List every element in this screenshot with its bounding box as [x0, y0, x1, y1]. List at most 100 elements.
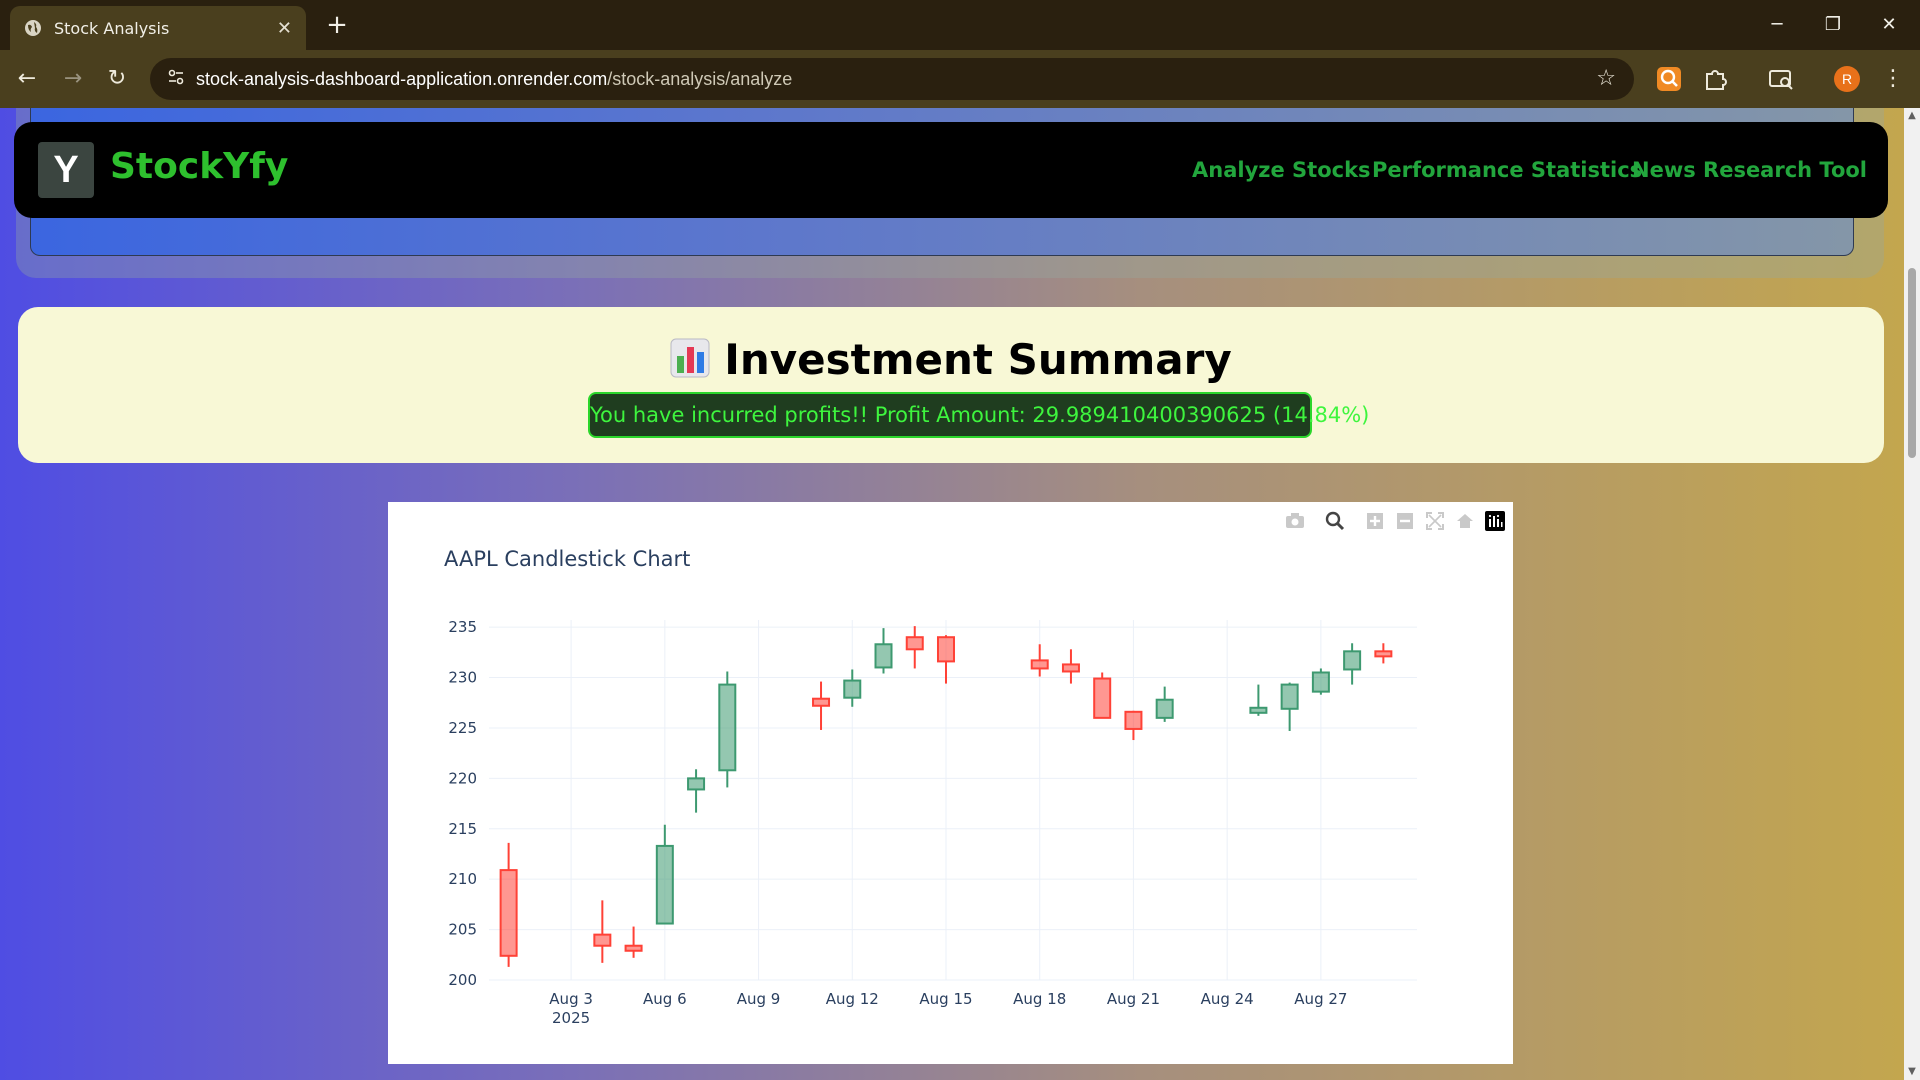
scroll-down-icon[interactable]: ▼ — [1906, 1066, 1918, 1077]
bookmark-star-icon[interactable]: ☆ — [1596, 66, 1616, 91]
candle-decreasing[interactable] — [1061, 649, 1080, 684]
candle-increasing[interactable] — [718, 671, 737, 788]
y-tick-label: 205 — [448, 921, 477, 939]
candlestick-chart[interactable]: AAPL Candlestick Chart 200 205 210 215 220 22… — [388, 502, 1513, 1064]
y-tick-label: 215 — [448, 820, 477, 838]
investment-summary-card: Investment Summary You have incurred pro… — [18, 307, 1884, 463]
candle-decreasing[interactable] — [593, 900, 612, 963]
candle-decreasing[interactable] — [1124, 710, 1143, 741]
candle-body — [718, 683, 737, 772]
new-tab-button[interactable]: + — [320, 8, 354, 42]
nav-link-analyze-stocks[interactable]: Analyze Stocks — [1192, 158, 1371, 182]
tab-title: Stock Analysis — [54, 18, 170, 38]
y-tick-label: 225 — [448, 719, 477, 737]
candle-body — [624, 944, 643, 952]
candle-increasing[interactable] — [843, 669, 862, 707]
candle-body — [1280, 683, 1299, 710]
y-tick-label: 210 — [448, 870, 477, 888]
candle-decreasing[interactable] — [1030, 644, 1049, 677]
url-path: /stock-analysis/analyze — [607, 68, 793, 89]
candle-body — [1374, 650, 1393, 658]
close-window-icon[interactable]: ✕ — [1872, 8, 1906, 42]
search-extension-icon[interactable] — [1654, 64, 1684, 94]
profit-status-badge: You have incurred profits!! Profit Amoun… — [588, 392, 1369, 438]
candle-body — [1061, 663, 1080, 673]
page-viewport: Y StockYfy Analyze Stocks Performance St… — [0, 108, 1904, 1080]
profile-avatar[interactable]: R — [1834, 66, 1860, 92]
candle-body — [1249, 706, 1268, 714]
browser-toolbar: ← → ↻ stock-analysis-dashboard-applicati… — [0, 50, 1920, 108]
candle-increasing[interactable] — [874, 628, 893, 674]
summary-heading: Investment Summary — [18, 335, 1884, 384]
candle-body — [843, 679, 862, 699]
candle-increasing[interactable] — [1249, 684, 1268, 716]
x-tick-label: Aug 12 — [826, 990, 879, 1008]
summary-title-text: Investment Summary — [724, 335, 1232, 384]
site-navbar: Y StockYfy Analyze Stocks Performance St… — [14, 122, 1888, 218]
candle-decreasing[interactable] — [905, 626, 924, 669]
bar-chart-emoji-icon — [670, 338, 710, 378]
minimize-icon[interactable]: ─ — [1760, 8, 1794, 42]
candle-body — [593, 933, 612, 947]
candle-increasing[interactable] — [1155, 686, 1174, 722]
scrollbar-thumb[interactable] — [1908, 268, 1916, 458]
extensions-puzzle-icon[interactable] — [1700, 64, 1730, 94]
y-tick-label: 200 — [448, 971, 477, 989]
candlestick-chart-panel: AAPL Candlestick Chart 200 205 210 215 220 22… — [388, 502, 1513, 1064]
candle-decreasing[interactable] — [499, 842, 518, 967]
logo[interactable]: Y — [38, 142, 94, 198]
x-tick-label: Aug 9 — [737, 990, 781, 1008]
x-tick-label: Aug 15 — [919, 990, 972, 1008]
candle-decreasing[interactable] — [812, 681, 831, 730]
candle-body — [1030, 659, 1049, 670]
candle-increasing[interactable] — [655, 824, 674, 925]
candle-body — [936, 636, 955, 663]
reload-icon[interactable]: ↻ — [102, 64, 132, 94]
candle-body — [812, 697, 831, 707]
candle-body — [1155, 698, 1174, 719]
candle-decreasing[interactable] — [1093, 672, 1112, 719]
nav-link-news-research-tool[interactable]: News Research Tool — [1632, 158, 1867, 182]
x-tick-label: Aug 3 — [549, 990, 593, 1008]
candle-increasing[interactable] — [1280, 682, 1299, 731]
candle-decreasing[interactable] — [624, 926, 643, 958]
x-tick-label: Aug 6 — [643, 990, 687, 1008]
browser-tab[interactable]: Stock Analysis ✕ — [10, 6, 306, 50]
back-icon[interactable]: ← — [12, 64, 42, 94]
close-tab-icon[interactable]: ✕ — [277, 18, 292, 39]
nav-link-performance-statistics[interactable]: Performance Statistics — [1372, 158, 1642, 182]
site-info-icon[interactable] — [156, 67, 196, 91]
candle-body — [1093, 677, 1112, 719]
url-host: stock-analysis-dashboard-application.onr… — [196, 68, 608, 89]
x-tick-label: Aug 24 — [1201, 990, 1254, 1008]
grid-layer — [489, 620, 1417, 981]
candle-decreasing[interactable] — [936, 635, 955, 684]
x-tick-label: 2025 — [552, 1009, 590, 1027]
y-tick-label: 230 — [448, 669, 477, 687]
page-scrollbar[interactable]: ▲ ▼ — [1904, 108, 1920, 1080]
y-tick-label: 220 — [448, 769, 477, 787]
brand-name[interactable]: StockYfy — [110, 146, 288, 187]
candle-body — [1311, 671, 1330, 693]
candle-body — [499, 869, 518, 957]
candle-increasing[interactable] — [687, 769, 706, 813]
y-tick-label: 235 — [448, 618, 477, 636]
url-text: stock-analysis-dashboard-application.onr… — [196, 69, 792, 90]
scroll-up-icon[interactable]: ▲ — [1906, 110, 1918, 121]
x-tick-label: Aug 21 — [1107, 990, 1160, 1008]
globe-icon — [25, 20, 41, 36]
candle-decreasing[interactable] — [1374, 643, 1393, 664]
address-bar[interactable]: stock-analysis-dashboard-application.onr… — [150, 58, 1634, 100]
forward-icon[interactable]: → — [58, 64, 88, 94]
chart-title: AAPL Candlestick Chart — [444, 547, 690, 571]
x-tick-label: Aug 27 — [1294, 990, 1347, 1008]
candle-body — [655, 844, 674, 925]
tab-search-icon[interactable] — [1766, 64, 1796, 94]
candle-increasing[interactable] — [1311, 668, 1330, 695]
candle-increasing[interactable] — [1343, 643, 1362, 685]
candle-body — [1343, 650, 1362, 671]
candle-body — [905, 636, 924, 651]
axis-layer: 200 205 210 215 220 225 230 235 Aug 32025 Aug 6 Au… — [448, 618, 1347, 1027]
more-menu-icon[interactable]: ⋮ — [1878, 64, 1908, 94]
restore-icon[interactable]: ❐ — [1816, 8, 1850, 42]
